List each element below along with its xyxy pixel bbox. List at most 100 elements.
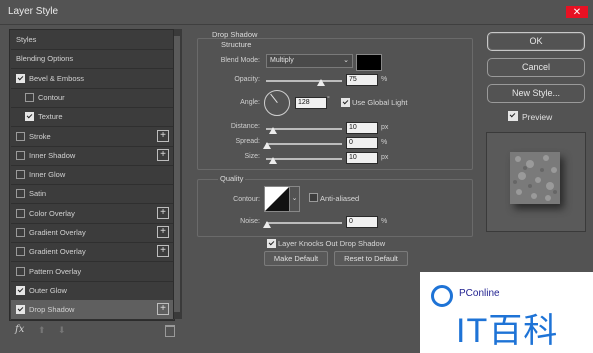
spread-label: Spread:: [235, 138, 260, 145]
spread-input[interactable]: 0: [346, 137, 378, 149]
style-item-stroke[interactable]: Stroke +: [11, 127, 173, 147]
style-item-label: Outer Glow: [29, 285, 67, 295]
style-checkbox[interactable]: [16, 247, 25, 257]
style-checkbox[interactable]: [16, 305, 25, 315]
spread-slider-thumb[interactable]: [263, 142, 271, 149]
size-slider-thumb[interactable]: [269, 157, 277, 164]
shadow-color-swatch[interactable]: [356, 54, 382, 71]
opacity-input[interactable]: 75: [346, 74, 378, 86]
distance-label: Distance:: [230, 123, 260, 130]
blend-mode-value: Multiply: [270, 57, 294, 64]
window-title: Layer Style: [8, 6, 59, 17]
ok-button[interactable]: OK: [487, 32, 585, 51]
cancel-button[interactable]: Cancel: [487, 58, 585, 77]
fx-icon[interactable]: fx: [15, 324, 24, 335]
contour-curve-icon: [265, 187, 289, 211]
style-item-outer-glow[interactable]: Outer Glow: [11, 281, 173, 301]
noise-unit: %: [381, 218, 388, 225]
style-checkbox[interactable]: [16, 150, 25, 160]
layer-knocks-out-label: Layer Knocks Out Drop Shadow: [278, 239, 386, 248]
add-effect-icon[interactable]: +: [157, 129, 169, 142]
use-global-light-checkbox[interactable]: [341, 98, 350, 107]
style-checkbox[interactable]: [25, 112, 34, 122]
style-item-satin[interactable]: Satin: [11, 184, 173, 205]
style-item-color-overlay[interactable]: Color Overlay +: [11, 204, 173, 224]
style-item-label: Satin: [29, 189, 47, 199]
angle-input[interactable]: 128: [295, 97, 327, 109]
style-checkbox[interactable]: [16, 266, 25, 276]
style-item-inner-shadow[interactable]: Inner Shadow +: [11, 146, 173, 166]
style-item-label: Pattern Overlay: [29, 266, 82, 276]
spread-unit: %: [381, 139, 388, 146]
preview-checkbox[interactable]: [508, 111, 518, 121]
add-effect-icon[interactable]: +: [157, 148, 169, 161]
contour-picker[interactable]: [264, 186, 290, 212]
watermark-logo-icon: [431, 285, 453, 307]
size-unit: px: [381, 154, 389, 161]
style-item-contour[interactable]: Contour: [11, 88, 173, 108]
spread-slider[interactable]: [266, 143, 342, 145]
style-checkbox[interactable]: [16, 189, 25, 199]
style-checkbox[interactable]: [16, 170, 25, 180]
style-item-texture[interactable]: Texture: [11, 107, 173, 128]
anti-aliased-checkbox[interactable]: [309, 193, 318, 202]
distance-unit: px: [381, 124, 389, 131]
style-checkbox[interactable]: [16, 285, 25, 295]
style-item-label: Bevel & Emboss: [29, 73, 85, 83]
blend-mode-select[interactable]: Multiply ⌄: [266, 54, 353, 68]
style-item-inner-glow[interactable]: Inner Glow: [11, 165, 173, 186]
style-item-styles[interactable]: Styles: [11, 30, 173, 50]
noise-slider[interactable]: [266, 222, 342, 224]
style-item-gradient-overlay[interactable]: Gradient Overlay +: [11, 242, 173, 263]
styles-scrollbar-thumb[interactable]: [174, 36, 180, 312]
move-down-icon[interactable]: ⬇: [58, 325, 66, 336]
close-button[interactable]: ✕: [566, 6, 588, 18]
watermark-brand: PConline: [459, 288, 500, 299]
style-checkbox[interactable]: [16, 73, 25, 83]
angle-label: Angle:: [240, 99, 260, 106]
preview-area: [486, 132, 586, 232]
chevron-down-icon: ⌄: [343, 57, 349, 64]
style-item-blending-options[interactable]: Blending Options: [11, 49, 173, 70]
reset-to-default-button[interactable]: Reset to Default: [334, 251, 408, 266]
style-item-label: Stroke: [29, 131, 51, 141]
quality-label: Quality: [218, 174, 246, 183]
move-up-icon[interactable]: ⬆: [38, 325, 46, 336]
style-checkbox[interactable]: [16, 228, 25, 237]
add-effect-icon[interactable]: +: [157, 303, 169, 316]
distance-input[interactable]: 10: [346, 122, 378, 134]
use-global-light-label: Use Global Light: [352, 98, 408, 107]
style-checkbox[interactable]: [16, 131, 25, 141]
opacity-slider[interactable]: [266, 80, 342, 82]
style-checkbox[interactable]: [16, 208, 25, 218]
quality-group: [197, 179, 473, 237]
new-style-button[interactable]: New Style...: [487, 84, 585, 103]
drop-shadow-heading: Drop Shadow: [212, 30, 258, 39]
noise-slider-thumb[interactable]: [263, 221, 271, 228]
distance-slider-thumb[interactable]: [269, 127, 277, 134]
structure-label: Structure: [219, 40, 254, 49]
size-input[interactable]: 10: [346, 152, 378, 164]
size-label: Size:: [244, 153, 260, 160]
add-effect-icon[interactable]: +: [157, 206, 169, 219]
watermark-mark: IT百科: [456, 312, 559, 350]
angle-dial[interactable]: [264, 90, 290, 116]
distance-slider[interactable]: [266, 128, 342, 130]
noise-input[interactable]: 0: [346, 216, 378, 228]
style-item-bevel-emboss[interactable]: Bevel & Emboss: [11, 69, 173, 89]
style-checkbox[interactable]: [25, 92, 34, 102]
add-effect-icon[interactable]: +: [157, 245, 169, 258]
layer-knocks-out-checkbox[interactable]: [267, 239, 276, 248]
style-item-label: Color Overlay: [29, 208, 75, 218]
style-item-label: Inner Glow: [29, 170, 66, 180]
opacity-slider-thumb[interactable]: [317, 79, 325, 86]
size-slider[interactable]: [266, 158, 342, 160]
add-effect-icon[interactable]: +: [157, 226, 169, 238]
trash-icon[interactable]: [165, 325, 175, 337]
style-item-gradient-overlay[interactable]: Gradient Overlay +: [11, 223, 173, 243]
contour-dropdown[interactable]: ⌄: [289, 186, 300, 212]
make-default-button[interactable]: Make Default: [264, 251, 328, 266]
style-item-drop-shadow[interactable]: Drop Shadow +: [11, 300, 173, 321]
style-item-pattern-overlay[interactable]: Pattern Overlay: [11, 262, 173, 282]
style-item-label: Gradient Overlay: [29, 228, 86, 237]
